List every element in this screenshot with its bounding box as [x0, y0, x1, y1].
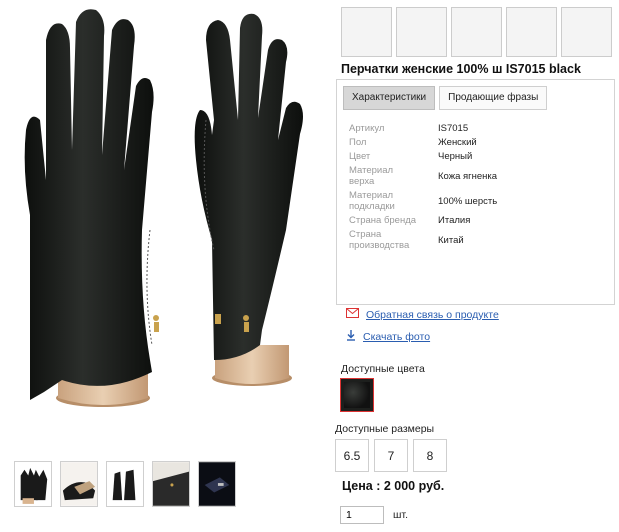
- thumbnail-2[interactable]: [60, 461, 98, 507]
- download-photo-link[interactable]: Скачать фото: [363, 331, 430, 343]
- properties-list: Артикул IS7015 Пол Женский Цвет Черный М…: [349, 123, 611, 254]
- feedback-link[interactable]: Обратная связь о продукте: [366, 309, 499, 321]
- thumbnail-strip: [14, 461, 236, 507]
- property-value: Женский: [438, 137, 477, 148]
- property-row: Материал верха Кожа ягненка: [349, 165, 611, 187]
- property-value: Китай: [438, 234, 464, 246]
- product-title: Перчатки женские 100% ш IS7015 black: [341, 62, 581, 76]
- available-colors-label: Доступные цвета: [341, 363, 425, 375]
- property-row: Страна бренда Италия: [349, 215, 611, 226]
- property-value: Кожа ягненка: [438, 170, 498, 182]
- panel-tabs: Характеристики Продающие фразы: [343, 86, 548, 110]
- price-label: Цена : 2 000 руб.: [342, 479, 445, 493]
- property-row: Материал подкладки 100% шерсть: [349, 190, 611, 212]
- thumbnail-3[interactable]: [106, 461, 144, 507]
- download-arrow-icon: [346, 330, 356, 344]
- thumbnail-5[interactable]: [198, 461, 236, 507]
- size-options: 6.5 7 8: [335, 439, 447, 472]
- property-key: Материал верха: [349, 165, 394, 187]
- available-sizes-label: Доступные размеры: [335, 423, 435, 435]
- quantity-input[interactable]: [340, 506, 384, 524]
- envelope-icon: [346, 308, 359, 321]
- property-key: Страна бренда: [349, 215, 417, 226]
- property-row: Пол Женский: [349, 137, 611, 148]
- property-row: Цвет Черный: [349, 151, 611, 162]
- thumbnail-4[interactable]: [152, 461, 190, 507]
- size-option[interactable]: 8: [413, 439, 447, 472]
- property-value: Черный: [438, 151, 473, 162]
- top-thumbnail-3[interactable]: [451, 7, 502, 57]
- top-thumbnail-strip: [341, 7, 612, 57]
- property-key: Артикул: [349, 123, 385, 134]
- property-value: 100% шерсть: [438, 195, 498, 207]
- property-row: Артикул IS7015: [349, 123, 611, 134]
- top-thumbnail-2[interactable]: [396, 7, 447, 57]
- top-thumbnail-1[interactable]: [341, 7, 392, 57]
- property-key: Материал подкладки: [349, 190, 395, 212]
- thumbnail-1[interactable]: [14, 461, 52, 507]
- property-value: IS7015: [438, 123, 469, 134]
- property-value: Италия: [438, 215, 471, 226]
- property-row: Страна производства Китай: [349, 229, 611, 251]
- tab-characteristics[interactable]: Характеристики: [343, 86, 436, 110]
- top-thumbnail-4[interactable]: [506, 7, 557, 57]
- size-option[interactable]: 7: [374, 439, 408, 472]
- property-key: Страна производства: [349, 229, 410, 251]
- product-main-image[interactable]: [0, 0, 336, 452]
- download-link-row: Скачать фото: [346, 330, 430, 344]
- top-thumbnail-5[interactable]: [561, 7, 612, 57]
- quantity-row: шт.: [340, 506, 408, 524]
- property-key: Цвет: [349, 151, 371, 162]
- feedback-link-row: Обратная связь о продукте: [346, 308, 499, 321]
- size-option[interactable]: 6.5: [335, 439, 369, 472]
- color-swatch-black[interactable]: [340, 378, 374, 412]
- quantity-unit: шт.: [393, 509, 408, 521]
- tab-selling-phrases[interactable]: Продающие фразы: [439, 86, 548, 110]
- specifications-panel: Характеристики Продающие фразы Артикул I…: [336, 79, 615, 305]
- property-key: Пол: [349, 137, 367, 148]
